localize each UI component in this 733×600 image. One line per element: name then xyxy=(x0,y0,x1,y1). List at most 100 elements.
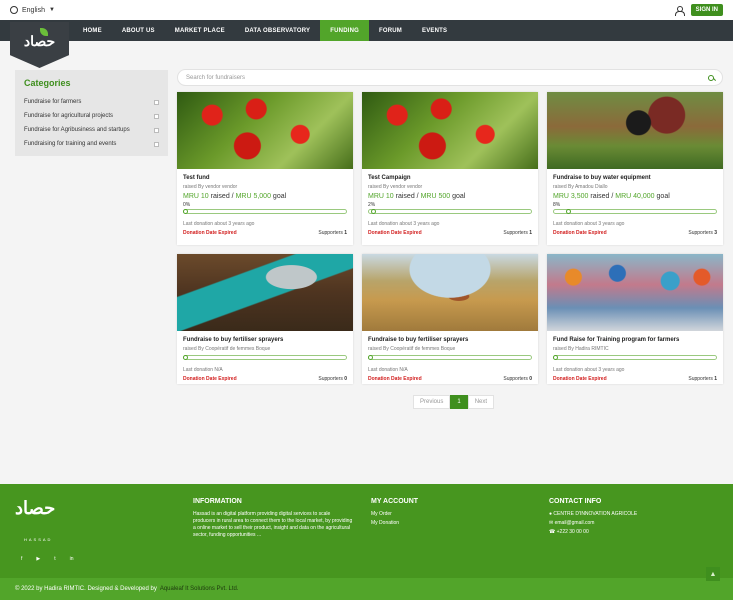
phone-icon: ☎ xyxy=(549,529,557,535)
raised-by: raised By vendor vendor xyxy=(368,184,423,190)
developer-link[interactable]: Aqualeaf It Solutions Pvt. Ltd. xyxy=(160,586,239,592)
fundraiser-image[interactable] xyxy=(547,254,723,331)
categories-sidebar: Categories Fundraise for farmers Fundrais… xyxy=(15,70,168,156)
raised-by: raised By Coopératif de femmes Boque xyxy=(368,346,456,352)
progress-percent: 8% xyxy=(553,202,561,208)
fundraiser-card[interactable]: Fundraise to buy fertiliser sprayers rais… xyxy=(177,254,353,384)
raised-by: raised By Amadou Diallo xyxy=(553,184,608,190)
nav-item-funding[interactable]: FUNDING xyxy=(320,20,369,41)
fundraiser-title[interactable]: Fundraise to buy fertiliser sprayers xyxy=(368,337,532,343)
fundraiser-card[interactable]: Fund Raise for Training program for farm… xyxy=(547,254,723,384)
site-footer: حصاد HASSAD f ▶ t in INFORMATION Hassad … xyxy=(0,484,733,578)
category-item[interactable]: Fundraise for farmers xyxy=(24,95,159,109)
status-badge: Donation Date Expired xyxy=(183,376,237,382)
last-donation: Last donation N/A xyxy=(183,367,223,373)
nav-item-forum[interactable]: FORUM xyxy=(369,20,412,41)
user-icon[interactable] xyxy=(674,5,685,16)
status-badge: Donation Date Expired xyxy=(368,230,422,236)
nav-item-data-observatory[interactable]: DATA OBSERVATORY xyxy=(235,20,320,41)
twitter-icon[interactable]: t xyxy=(54,556,55,562)
progress-bar xyxy=(553,209,717,214)
raised-amount: MRU 10 raised / MRU 500 goal xyxy=(368,193,466,200)
fundraiser-title[interactable]: Fund Raise for Training program for farm… xyxy=(553,337,717,343)
copyright-text: © 2022 by Hadira RIMTIC. Designed & Deve… xyxy=(15,586,157,592)
progress-knob xyxy=(183,209,188,214)
fundraiser-image[interactable] xyxy=(547,92,723,169)
fundraiser-card[interactable]: Test fund raised By vendor vendor MRU 10 r… xyxy=(177,92,353,245)
status-badge: Donation Date Expired xyxy=(183,230,237,236)
nav-item-events[interactable]: EVENTS xyxy=(412,20,457,41)
last-donation: Last donation about 3 years ago xyxy=(368,221,440,227)
nav-item-about-us[interactable]: ABOUT US xyxy=(112,20,165,41)
site-logo[interactable]: حصاد xyxy=(10,22,69,68)
footer-logo[interactable]: حصاد xyxy=(15,498,55,519)
information-title: INFORMATION xyxy=(193,498,242,505)
category-label: Fundraise for agricultural projects xyxy=(24,113,114,119)
progress-knob xyxy=(371,209,377,214)
fundraiser-title[interactable]: Test Campaign xyxy=(368,175,532,181)
raised-by: raised By Hadira RIMTIC xyxy=(553,346,609,352)
categories-title: Categories xyxy=(24,78,71,88)
progress-knob xyxy=(553,355,558,360)
supporters-count: Supporters 0 xyxy=(318,376,347,382)
pagination: Previous 1 Next xyxy=(413,395,495,409)
youtube-icon[interactable]: ▶ xyxy=(36,556,40,562)
raised-amount: MRU 10 raised / MRU 5,000 goal xyxy=(183,193,287,200)
chevron-down-icon: ▼ xyxy=(48,7,55,13)
fundraiser-title[interactable]: Fundraise to buy fertiliser sprayers xyxy=(183,337,347,343)
category-checkbox[interactable] xyxy=(154,113,159,119)
linkedin-icon[interactable]: in xyxy=(70,556,74,562)
nav-item-market-place[interactable]: MARKET PLACE xyxy=(165,20,235,41)
contact-title: CONTACT INFO xyxy=(549,498,602,505)
last-donation: Last donation about 3 years ago xyxy=(183,221,255,227)
fundraiser-card[interactable]: Fundraise to buy fertiliser sprayers rais… xyxy=(362,254,538,384)
search-bar[interactable]: Search for fundraisers xyxy=(177,69,723,86)
address-line: ● CENTRE D'INNOVATION AGRICOLE xyxy=(549,511,638,517)
category-checkbox[interactable] xyxy=(154,141,159,147)
category-item[interactable]: Fundraise for Agribusiness and startups xyxy=(24,123,159,137)
facebook-icon[interactable]: f xyxy=(21,556,22,562)
scroll-to-top-button[interactable]: ▲ xyxy=(706,567,720,581)
search-input[interactable]: Search for fundraisers xyxy=(186,75,245,81)
category-label: Fundraise for Agribusiness and startups xyxy=(24,127,130,133)
category-checkbox[interactable] xyxy=(154,127,159,133)
email-line[interactable]: ✉ email@gmail.com xyxy=(549,520,637,526)
status-badge: Donation Date Expired xyxy=(553,376,607,382)
language-label: English xyxy=(22,6,45,14)
footer-logo-subtitle: HASSAD xyxy=(24,537,53,542)
nav-item-home[interactable]: HOME xyxy=(73,20,112,41)
previous-page-button[interactable]: Previous xyxy=(413,395,451,409)
progress-percent: 0% xyxy=(183,202,191,208)
search-icon[interactable] xyxy=(708,74,714,81)
category-checkbox[interactable] xyxy=(154,99,159,105)
supporters-count: Supporters 1 xyxy=(503,230,532,236)
fundraiser-title[interactable]: Fundraise to buy water equipment xyxy=(553,175,717,181)
category-item[interactable]: Fundraise for agricultural projects xyxy=(24,109,159,123)
sign-in-button[interactable]: SIGN IN xyxy=(690,4,723,16)
fundraiser-image[interactable] xyxy=(362,254,538,331)
category-label: Fundraise for farmers xyxy=(24,99,82,105)
language-selector[interactable]: English ▼ xyxy=(10,6,55,14)
my-order-link[interactable]: My Order xyxy=(371,511,418,517)
account-title: MY ACCOUNT xyxy=(371,498,419,505)
information-text: Hassad is an digital platform providing … xyxy=(193,511,353,538)
progress-bar xyxy=(183,209,347,214)
fundraiser-card[interactable]: Test Campaign raised By vendor vendor MRU … xyxy=(362,92,538,245)
my-donation-link[interactable]: My Donation xyxy=(371,520,418,526)
next-page-button[interactable]: Next xyxy=(467,395,495,409)
supporters-count: Supporters 3 xyxy=(688,230,717,236)
fundraiser-image[interactable] xyxy=(177,92,353,169)
fundraiser-title[interactable]: Test fund xyxy=(183,175,347,181)
phone-line[interactable]: ☎ +222 30 00 00 xyxy=(549,529,637,535)
progress-knob xyxy=(565,209,571,214)
raised-by: raised By Coopératif de femmes Boque xyxy=(183,346,271,352)
social-links: f ▶ t in xyxy=(21,556,74,562)
category-item[interactable]: Fundraising for training and events xyxy=(24,137,159,151)
top-bar: English ▼ SIGN IN xyxy=(0,0,733,20)
main-nav: HOME ABOUT US MARKET PLACE DATA OBSERVATORY… xyxy=(0,20,733,41)
fundraiser-card[interactable]: Fundraise to buy water equipment raised B… xyxy=(547,92,723,245)
progress-percent: 2% xyxy=(368,202,376,208)
fundraiser-image[interactable] xyxy=(362,92,538,169)
page-1-button[interactable]: 1 xyxy=(450,395,468,409)
fundraiser-image[interactable] xyxy=(177,254,353,331)
